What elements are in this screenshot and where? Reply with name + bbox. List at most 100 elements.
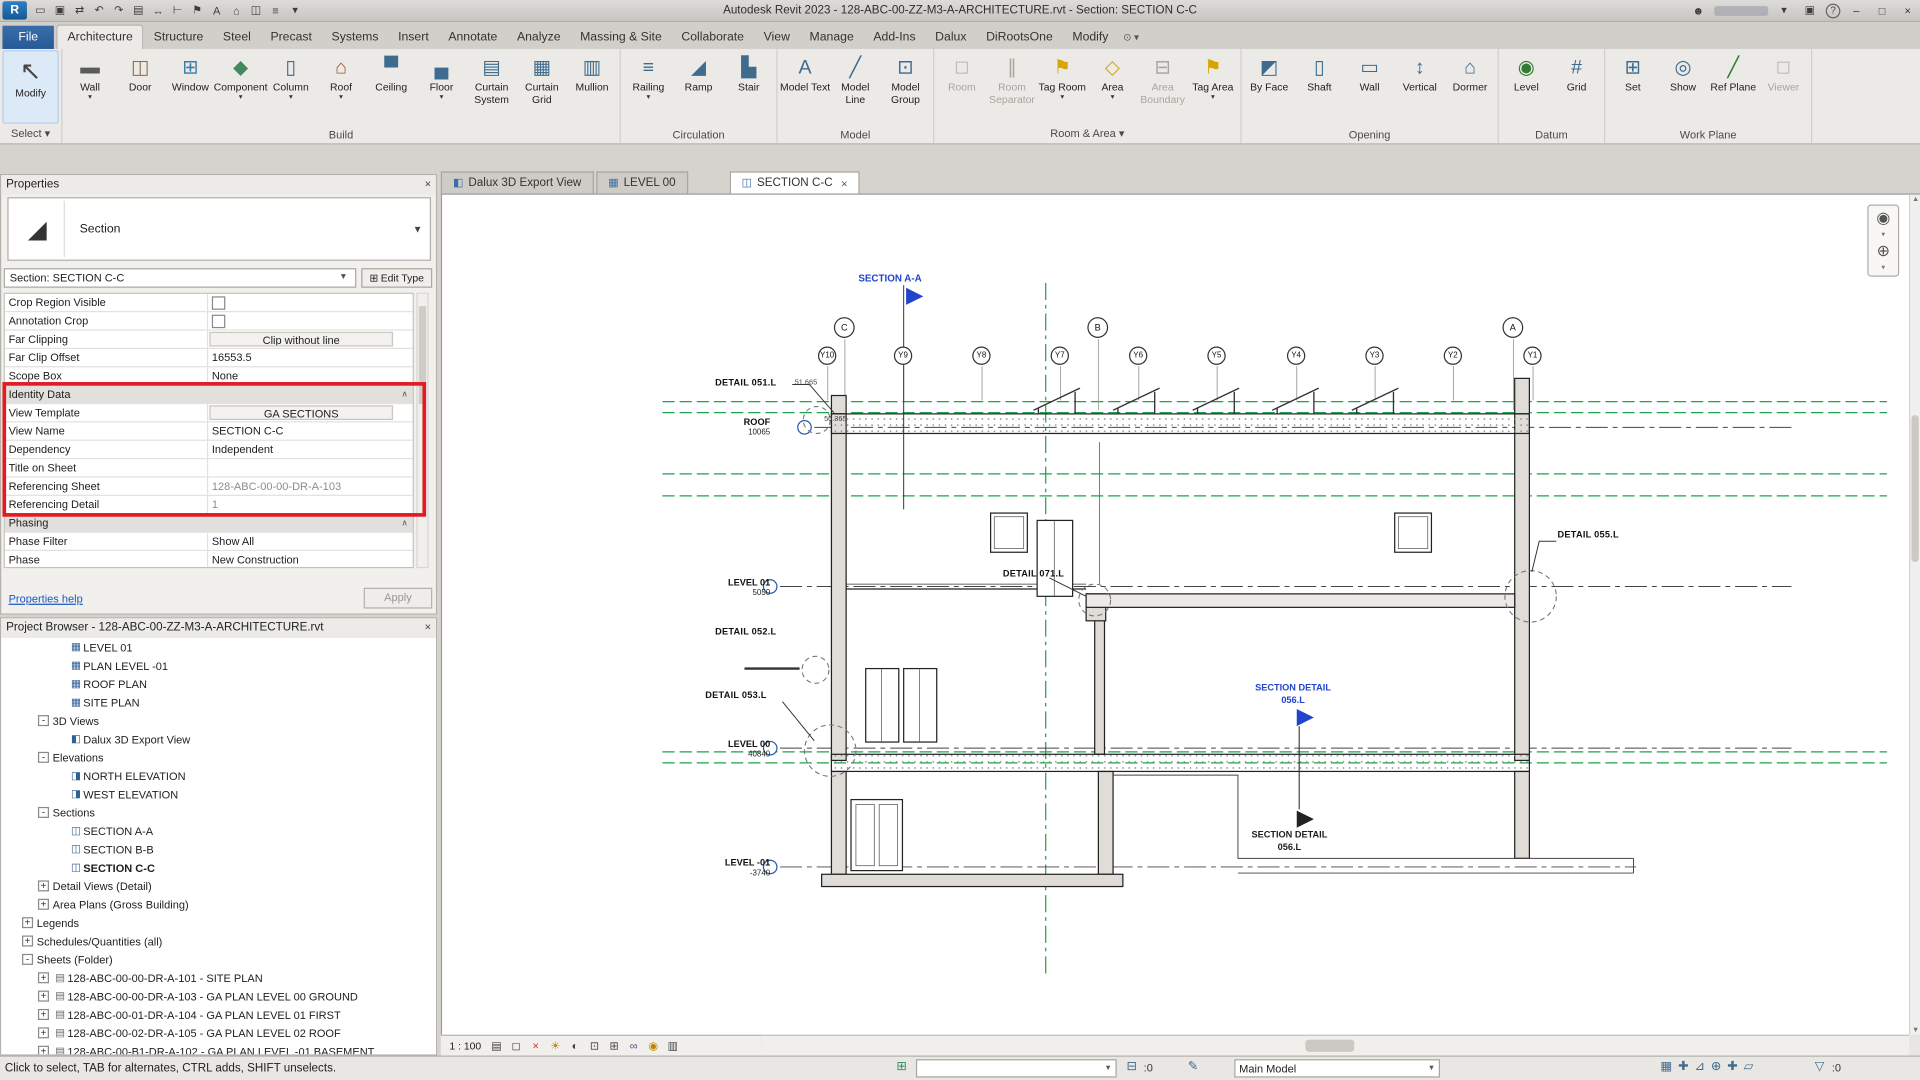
ribbon-tab-massing-site[interactable]: Massing & Site <box>570 26 671 49</box>
text-icon[interactable]: A <box>207 4 227 16</box>
properties-help-link[interactable]: Properties help <box>9 593 83 605</box>
type-filter-combo[interactable]: Section: SECTION C-C <box>4 268 357 288</box>
browser-tree-item[interactable]: + Schedules/Quantities (all) <box>1 932 436 950</box>
tag-area-button[interactable]: ⚑ Tag Area ▾ <box>1188 50 1238 123</box>
apply-button[interactable]: Apply <box>364 588 433 609</box>
show-work-plane-button[interactable]: ◎ Show ▾ <box>1658 50 1708 123</box>
expand-icon[interactable]: + <box>38 972 49 983</box>
section-detail-marker[interactable]: SECTION DETAIL 056.L <box>1222 829 1357 853</box>
property-row[interactable]: Dependency ∧ Independent <box>5 441 413 459</box>
model-line-button[interactable]: ╱ Model Line ▾ <box>830 50 880 123</box>
tag-room-button[interactable]: ⚑ Tag Room ▾ <box>1037 50 1087 123</box>
select-pinned-icon[interactable]: ✚ <box>1727 1060 1737 1073</box>
ribbon-tab-structure[interactable]: Structure <box>144 26 213 49</box>
component-button[interactable]: ◆ Component ▾ <box>216 50 266 123</box>
dropdown-icon[interactable]: ▾ <box>1774 4 1794 17</box>
close-icon[interactable]: × <box>425 621 431 633</box>
column-button[interactable]: ▯ Column ▾ <box>266 50 316 123</box>
browser-tree-item[interactable]: ◫ SECTION C-C <box>1 858 436 876</box>
ribbon-tab-dirootsone[interactable]: DiRootsOne <box>976 26 1062 49</box>
section-marker-label[interactable]: SECTION A-A <box>858 273 921 284</box>
wall-button[interactable]: ▬ Wall ▾ <box>65 50 115 123</box>
browser-tree-item[interactable]: ▦ PLAN LEVEL -01 <box>1 656 436 674</box>
browser-tree-item[interactable]: + Legends <box>1 913 436 931</box>
expand-icon[interactable]: + <box>22 936 33 947</box>
ribbon-tab-insert[interactable]: Insert <box>388 26 438 49</box>
property-row[interactable]: Phase ∧ New Construction <box>5 551 413 568</box>
browser-tree-item[interactable]: ▦ ROOF PLAN <box>1 675 436 693</box>
dimension-icon[interactable]: ⊢ <box>168 4 188 17</box>
section-icon[interactable]: ◫ <box>246 4 266 17</box>
door-button[interactable]: ◫ Door ▾ <box>115 50 165 123</box>
close-button[interactable]: × <box>1898 4 1918 16</box>
filter-icon[interactable]: ▽ <box>1815 1060 1824 1073</box>
undo-icon[interactable]: ↶ <box>89 4 109 17</box>
scrollbar-thumb[interactable] <box>419 306 426 404</box>
maximize-button[interactable]: □ <box>1872 4 1892 16</box>
properties-scrollbar[interactable] <box>416 293 428 569</box>
wall-opening-button[interactable]: ▭ Wall ▾ <box>1344 50 1394 123</box>
scroll-down-icon[interactable]: ▼ <box>1910 1027 1920 1034</box>
room-separator-button[interactable]: ∥ Room Separator ▾ <box>987 50 1037 123</box>
expand-icon[interactable]: - <box>22 954 33 965</box>
model-text-button[interactable]: A Model Text ▾ <box>780 50 830 123</box>
worksets-icon[interactable]: ⊞ <box>896 1060 906 1073</box>
detail-annotation[interactable]: DETAIL 051.L <box>715 377 776 388</box>
browser-tree-item[interactable]: - Sections <box>1 803 436 821</box>
browser-tree-item[interactable]: + ▤ 128-ABC-00-01-DR-A-104 - GA PLAN LEV… <box>1 1005 436 1023</box>
worksharing-display-icon[interactable]: ▦ <box>1660 1060 1672 1073</box>
level-label[interactable]: LEVEL -01 <box>697 857 770 868</box>
grid-bubble[interactable]: C <box>834 317 855 338</box>
redo-icon[interactable]: ↷ <box>109 4 129 17</box>
crop-view-icon[interactable]: ⊡ <box>587 1039 603 1052</box>
tag-icon[interactable]: ⚑ <box>187 4 207 17</box>
ribbon-tab-systems[interactable]: Systems <box>322 26 389 49</box>
window-button[interactable]: ⊞ Window ▾ <box>165 50 215 123</box>
set-work-plane-button[interactable]: ⊞ Set ▾ <box>1608 50 1658 123</box>
level-elevation[interactable]: 10065 <box>697 429 770 438</box>
grid-bubble[interactable]: Y1 <box>1523 347 1541 365</box>
room-button[interactable]: □ Room ▾ <box>937 50 987 123</box>
ribbon-tab-architecture[interactable]: Architecture <box>56 24 143 48</box>
design-options-select[interactable]: ▼ <box>916 1059 1117 1077</box>
vertical-scrollbar[interactable]: ▲ ▼ <box>1909 195 1920 1035</box>
browser-tree-item[interactable]: ◨ NORTH ELEVATION <box>1 767 436 785</box>
ref-plane-button[interactable]: ╱ Ref Plane ▾ <box>1708 50 1758 123</box>
property-row[interactable]: Identity Data ∧ <box>5 386 413 404</box>
measure-icon[interactable]: ↔ <box>148 4 168 16</box>
browser-tree-item[interactable]: ◨ WEST ELEVATION <box>1 785 436 803</box>
opening-by-face-button[interactable]: ◩ By Face ▾ <box>1244 50 1294 123</box>
spot-elevation[interactable]: 51.665 <box>795 380 817 387</box>
default-3d-icon[interactable]: ⌂ <box>227 4 247 16</box>
property-row[interactable]: Phasing ∧ <box>5 514 413 532</box>
panel-label-room-area[interactable]: Room & Area ▾ <box>934 125 1240 143</box>
expand-icon[interactable]: + <box>38 1046 49 1055</box>
property-row[interactable]: Phase Filter ∧ Show All <box>5 533 413 551</box>
customize-qat-icon[interactable]: ▾ <box>285 4 305 17</box>
area-button[interactable]: ◇ Area ▾ <box>1087 50 1137 123</box>
section-detail-marker[interactable]: SECTION DETAIL 056.L <box>1226 682 1361 706</box>
save-icon[interactable]: ▣ <box>50 4 70 17</box>
level-elevation[interactable]: -3740 <box>697 869 770 878</box>
expand-icon[interactable]: - <box>38 715 49 726</box>
dormer-button[interactable]: ⌂ Dormer ▾ <box>1445 50 1495 123</box>
ribbon-tab-steel[interactable]: Steel <box>213 26 261 49</box>
level-label[interactable]: LEVEL 01 <box>697 577 770 588</box>
ribbon-tab-dalux[interactable]: Dalux <box>925 26 976 49</box>
properties-header[interactable]: Properties <box>1 175 436 195</box>
app-store-icon[interactable]: ▣ <box>1800 4 1820 17</box>
print-icon[interactable]: ▤ <box>129 4 149 17</box>
expand-icon[interactable]: + <box>22 917 33 928</box>
level-elevation[interactable]: 5050 <box>697 589 770 598</box>
detail-level-icon[interactable]: ▤ <box>489 1039 505 1052</box>
drawing-area[interactable]: SECTION A-A C Y10 Y9 Y8 Y7 B Y6 Y5 Y4 Y3… <box>441 193 1920 1034</box>
detail-annotation[interactable]: DETAIL 052.L <box>715 626 776 637</box>
grid-bubble[interactable]: Y4 <box>1287 347 1305 365</box>
grid-bubble[interactable]: Y6 <box>1129 347 1147 365</box>
section-drawing[interactable] <box>442 195 1920 1035</box>
chevron-down-icon[interactable]: ▼ <box>413 224 423 235</box>
railing-button[interactable]: ≡ Railing ▾ <box>623 50 673 123</box>
ribbon-tab-precast[interactable]: Precast <box>261 26 322 49</box>
grid-bubble[interactable]: Y5 <box>1207 347 1225 365</box>
select-underlay-icon[interactable]: ▱ <box>1744 1060 1753 1073</box>
